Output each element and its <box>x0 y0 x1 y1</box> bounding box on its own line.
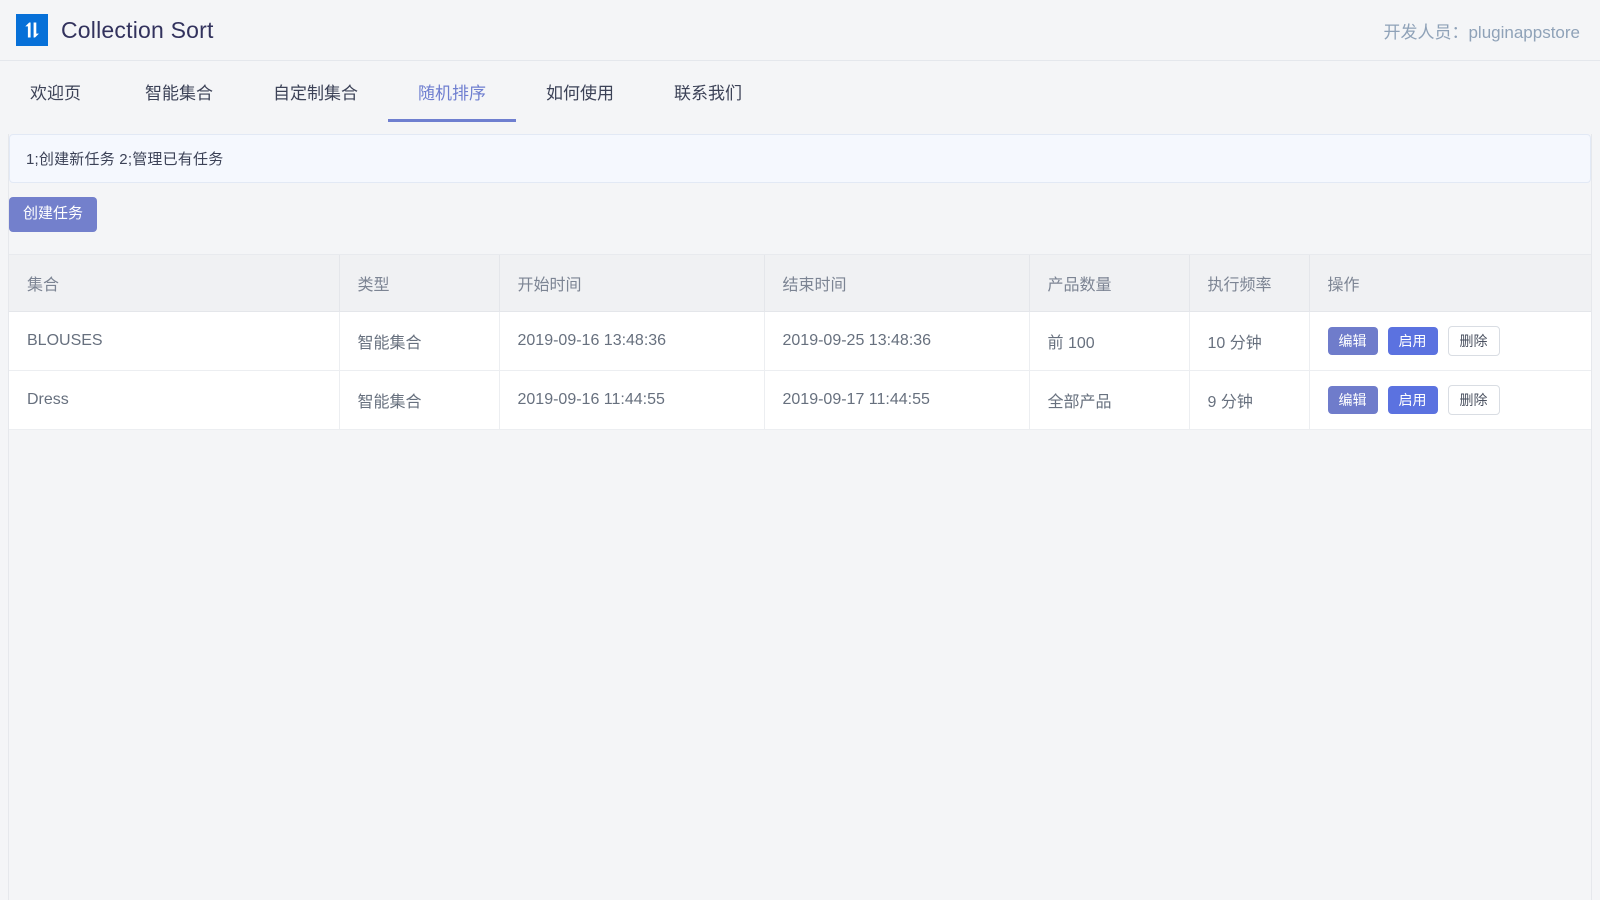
tab-smart-collection[interactable]: 智能集合 <box>115 61 243 122</box>
cell-start-time: 2019-09-16 11:44:55 <box>499 370 765 430</box>
column-header-type: 类型 <box>339 254 500 312</box>
column-header-quantity: 产品数量 <box>1029 254 1190 312</box>
delete-button[interactable]: 删除 <box>1447 325 1500 356</box>
cell-quantity: 前 100 <box>1029 311 1190 371</box>
table-header-row: 集合 类型 开始时间 结束时间 产品数量 执行频率 操作 <box>9 254 1591 312</box>
column-header-frequency: 执行频率 <box>1189 254 1310 312</box>
table-row: BLOUSES 智能集合 2019-09-16 13:48:36 2019-09… <box>9 311 1592 371</box>
tab-random-sort[interactable]: 随机排序 <box>388 61 516 122</box>
enable-button[interactable]: 启用 <box>1387 326 1438 355</box>
app-header: Collection Sort 开发人员：pluginappstore <box>0 0 1600 60</box>
tasks-table-container: 集合 类型 开始时间 结束时间 产品数量 执行频率 操作 BLOUSES 智能集… <box>9 253 1592 430</box>
page-content: 1;创建新任务 2;管理已有任务 创建任务 集合 类型 开始时间 结束时间 产品… <box>8 134 1592 900</box>
column-header-start-time: 开始时间 <box>499 254 765 312</box>
table-row: Dress 智能集合 2019-09-16 11:44:55 2019-09-1… <box>9 370 1592 430</box>
cell-start-time: 2019-09-16 13:48:36 <box>499 311 765 371</box>
cell-end-time: 2019-09-17 11:44:55 <box>764 370 1030 430</box>
column-header-collection: 集合 <box>9 254 340 312</box>
cell-type: 智能集合 <box>339 370 500 430</box>
cell-quantity: 全部产品 <box>1029 370 1190 430</box>
action-button-group: 编辑 启用 删除 <box>1327 384 1592 415</box>
edit-button[interactable]: 编辑 <box>1327 326 1378 355</box>
up-down-arrows-icon <box>16 14 48 46</box>
developer-info: 开发人员：pluginappstore <box>1383 22 1580 42</box>
edit-button[interactable]: 编辑 <box>1327 385 1378 414</box>
tab-how-to-use[interactable]: 如何使用 <box>516 61 644 122</box>
table-header: 集合 类型 开始时间 结束时间 产品数量 执行频率 操作 <box>9 254 1591 312</box>
create-task-button[interactable]: 创建任务 <box>9 197 98 232</box>
cell-collection: BLOUSES <box>9 311 340 371</box>
action-toolbar: 创建任务 <box>9 183 1591 232</box>
cell-actions: 编辑 启用 删除 <box>1309 311 1592 371</box>
tasks-table: 集合 类型 开始时间 结束时间 产品数量 执行频率 操作 BLOUSES 智能集… <box>9 254 1592 430</box>
cell-frequency: 10 分钟 <box>1189 311 1310 371</box>
cell-collection: Dress <box>9 370 340 430</box>
delete-button[interactable]: 删除 <box>1447 384 1500 415</box>
table-body: BLOUSES 智能集合 2019-09-16 13:48:36 2019-09… <box>9 311 1592 430</box>
info-alert: 1;创建新任务 2;管理已有任务 <box>9 134 1591 183</box>
action-button-group: 编辑 启用 删除 <box>1327 325 1592 356</box>
enable-button[interactable]: 启用 <box>1387 385 1438 414</box>
tab-welcome[interactable]: 欢迎页 <box>18 61 115 122</box>
page-title: Collection Sort <box>61 16 214 43</box>
tab-contact-us[interactable]: 联系我们 <box>644 61 772 122</box>
column-header-end-time: 结束时间 <box>764 254 1030 312</box>
cell-actions: 编辑 启用 删除 <box>1309 370 1592 430</box>
tab-custom-collection[interactable]: 自定制集合 <box>243 61 388 122</box>
cell-frequency: 9 分钟 <box>1189 370 1310 430</box>
cell-type: 智能集合 <box>339 311 500 371</box>
main-navigation: 欢迎页 智能集合 自定制集合 随机排序 如何使用 联系我们 <box>0 60 1600 122</box>
cell-end-time: 2019-09-25 13:48:36 <box>764 311 1030 371</box>
column-header-actions: 操作 <box>1309 254 1591 312</box>
brand: Collection Sort <box>16 14 214 46</box>
